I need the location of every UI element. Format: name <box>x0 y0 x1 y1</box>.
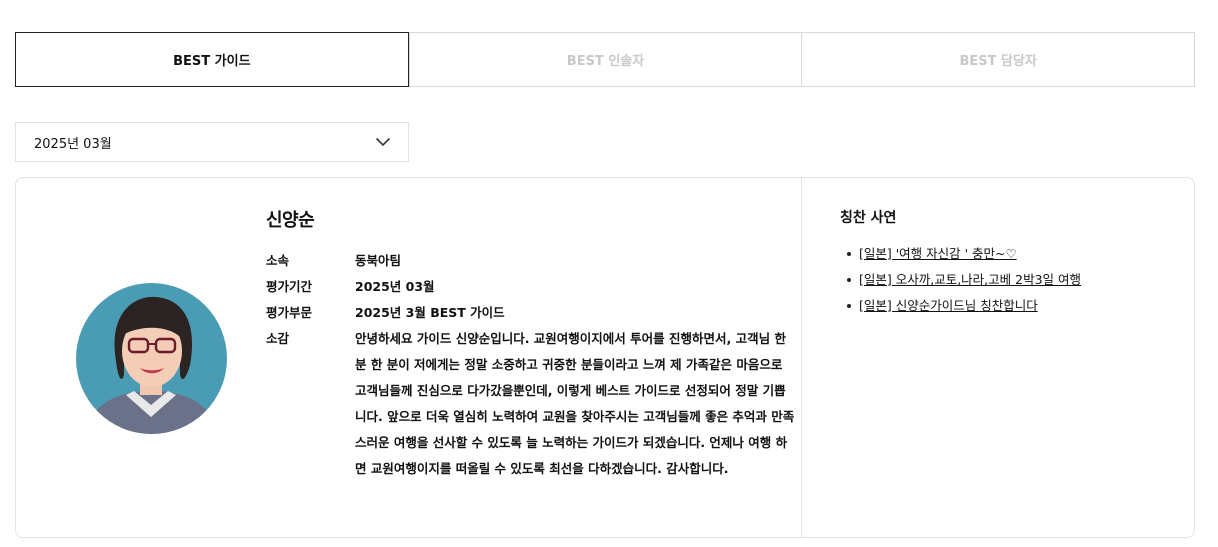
best-guide-card: 신양순 소속 동북아팀 평가기간 2025년 03월 평가부문 2025년 3월… <box>15 177 1195 538</box>
info-row-period: 평가기간 2025년 03월 <box>266 274 796 300</box>
guide-comment: 안녕하세요 가이드 신양순입니다. 교원여행이지에서 투어를 진행하면서, 고객… <box>355 331 795 476</box>
tab-best-leader[interactable]: BEST 인솔자 <box>408 33 802 86</box>
info-value: 2025년 03월 <box>355 279 435 294</box>
guide-profile: 신양순 소속 동북아팀 평가기간 2025년 03월 평가부문 2025년 3월… <box>16 178 802 537</box>
praise-list: [일본] '여행 자신감 ' 충만~♡ [일본] 오사까,교토,나라,고베 2박… <box>840 241 1194 319</box>
chevron-down-icon <box>375 137 391 147</box>
bullet-icon <box>847 304 851 308</box>
info-label: 소속 <box>266 253 290 268</box>
list-item: [일본] '여행 자신감 ' 충만~♡ <box>840 241 1194 267</box>
guide-category-tabs: BEST 가이드 BEST 인솔자 BEST 담당자 <box>15 32 1195 87</box>
bullet-icon <box>847 278 851 282</box>
praise-link[interactable]: [일본] 신양순가이드님 칭찬합니다 <box>859 293 1038 319</box>
info-row-affiliation: 소속 동북아팀 <box>266 248 796 274</box>
info-label: 평가기간 <box>266 279 313 294</box>
praise-title: 칭찬 사연 <box>840 210 897 226</box>
praise-stories: 칭찬 사연 [일본] '여행 자신감 ' 충만~♡ [일본] 오사까,교토,나라… <box>802 178 1194 537</box>
month-select[interactable]: 2025년 03월 <box>15 122 409 162</box>
info-label: 평가부문 <box>266 305 313 320</box>
month-select-value: 2025년 03월 <box>34 136 112 152</box>
guide-photo <box>76 283 227 434</box>
info-label: 소감 <box>266 331 290 346</box>
bullet-icon <box>847 252 851 256</box>
info-row-comment: 소감 안녕하세요 가이드 신양순입니다. 교원여행이지에서 투어를 진행하면서,… <box>266 326 796 482</box>
guide-portrait-icon <box>76 283 227 434</box>
info-row-category: 평가부문 2025년 3월 BEST 가이드 <box>266 300 796 326</box>
guide-name: 신양순 <box>266 210 315 231</box>
info-value: 2025년 3월 BEST 가이드 <box>355 305 505 320</box>
tab-best-guide[interactable]: BEST 가이드 <box>15 32 409 87</box>
list-item: [일본] 오사까,교토,나라,고베 2박3일 여행 <box>840 267 1194 293</box>
praise-link[interactable]: [일본] 오사까,교토,나라,고베 2박3일 여행 <box>859 267 1081 293</box>
list-item: [일본] 신양순가이드님 칭찬합니다 <box>840 293 1194 319</box>
guide-info: 소속 동북아팀 평가기간 2025년 03월 평가부문 2025년 3월 BES… <box>266 248 796 482</box>
praise-link[interactable]: [일본] '여행 자신감 ' 충만~♡ <box>859 241 1017 267</box>
info-value: 동북아팀 <box>355 253 402 268</box>
tab-best-manager[interactable]: BEST 담당자 <box>801 33 1194 86</box>
